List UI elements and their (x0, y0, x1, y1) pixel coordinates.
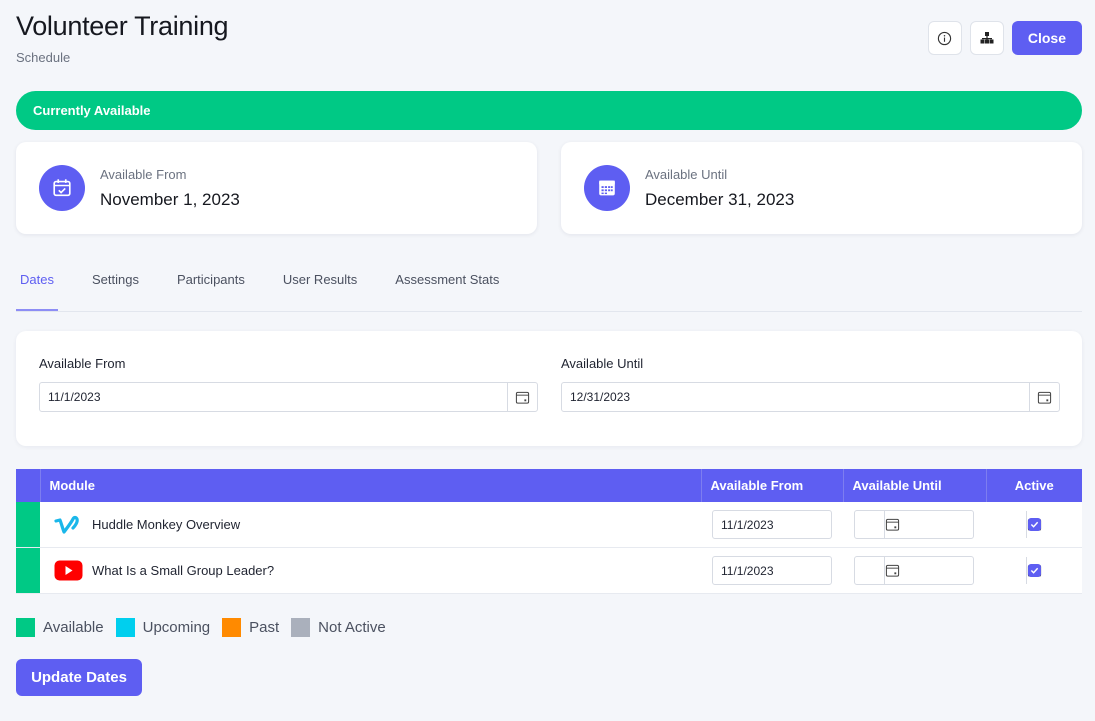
tab-settings[interactable]: Settings (88, 262, 143, 311)
status-column-header (16, 469, 41, 502)
available-until-card-label: Available Until (645, 166, 728, 182)
table-row: Huddle Monkey Overview (16, 502, 1082, 548)
youtube-icon (54, 560, 84, 581)
header-actions: Close (927, 21, 1082, 55)
module-from-cell (701, 502, 900, 548)
module-active-checkbox[interactable] (1027, 564, 1041, 577)
available-from-card-label: Available From (100, 166, 187, 182)
dates-panel: Available From Available Until (16, 331, 1082, 446)
status-banner-text: Currently Available (33, 103, 151, 118)
available-until-input[interactable] (562, 383, 1029, 411)
calendar-icon (1037, 391, 1052, 404)
tab-dates[interactable]: Dates (16, 262, 58, 311)
legend-swatch (115, 618, 135, 637)
module-column-header: Module (40, 469, 702, 502)
available-from-label: Available From (39, 356, 126, 371)
module-active-checkbox[interactable] (1027, 518, 1041, 531)
info-circle-icon (938, 31, 952, 45)
available-until-field-group: Available Until (561, 356, 1060, 412)
module-until-cell (843, 547, 1042, 594)
available-from-card-value: November 1, 2023 (100, 189, 240, 209)
module-table: Module Available From Available Until Ac… (16, 469, 1082, 594)
available-until-label: Available Until (561, 356, 644, 371)
update-dates-button[interactable]: Update Dates (16, 659, 142, 696)
calendar-check-icon (39, 165, 85, 211)
hierarchy-icon (980, 32, 994, 44)
legend-swatch (222, 618, 242, 637)
available-until-calendar-button[interactable] (1029, 383, 1059, 411)
active-column-header: Active (986, 469, 1082, 502)
module-from-cell (701, 547, 900, 594)
module-from-picker (712, 556, 900, 585)
table-row: What Is a Small Group Leader? (16, 547, 1082, 594)
check-icon (1030, 521, 1038, 528)
legend-item-past: Past (222, 618, 279, 637)
close-button[interactable]: Close (1011, 21, 1082, 55)
legend-swatch (291, 618, 311, 637)
module-until-picker (854, 510, 1042, 539)
tab-bar: Dates Settings Participants User Results… (16, 262, 1082, 312)
available-from-calendar-button[interactable] (507, 383, 537, 411)
module-name: Huddle Monkey Overview (92, 517, 241, 532)
module-until-input[interactable] (855, 557, 1026, 584)
available-from-picker (39, 382, 538, 412)
legend-item-upcoming: Upcoming (115, 618, 211, 637)
available-until-card-value: December 31, 2023 (645, 189, 795, 209)
available-until-card: Available Until December 31, 2023 (561, 142, 1082, 234)
legend-item-available: Available (16, 618, 104, 637)
available-from-card: Available From November 1, 2023 (16, 142, 537, 234)
module-name: What Is a Small Group Leader? (92, 563, 275, 578)
status-indicator-available (16, 547, 40, 594)
module-cell: Huddle Monkey Overview (40, 502, 701, 548)
available-until-column-header: Available Until (843, 469, 987, 502)
calendar-icon (515, 391, 530, 404)
legend-item-not-active: Not Active (291, 618, 386, 637)
legend-label: Not Active (318, 619, 386, 636)
check-icon (1030, 567, 1038, 574)
legend-label: Past (249, 619, 280, 636)
legend-label: Available (43, 619, 104, 636)
status-legend: Available Upcoming Past Not Active (16, 618, 398, 637)
module-until-input[interactable] (855, 511, 1026, 538)
tab-user-results[interactable]: User Results (279, 262, 361, 311)
page-subtitle: Schedule (16, 50, 71, 65)
available-from-input[interactable] (40, 383, 507, 411)
tab-assessment-stats[interactable]: Assessment Stats (391, 262, 503, 311)
available-from-field-group: Available From (39, 356, 538, 412)
module-until-cell (843, 502, 1042, 548)
structure-button[interactable] (969, 21, 1004, 55)
available-from-column-header: Available From (701, 469, 844, 502)
status-indicator-available (16, 502, 40, 548)
module-cell: What Is a Small Group Leader? (40, 547, 701, 594)
available-until-picker (561, 382, 1060, 412)
legend-swatch (16, 618, 35, 637)
vimeo-icon (54, 514, 84, 536)
page-title: Volunteer Training (16, 11, 229, 41)
status-banner: Currently Available (16, 91, 1082, 130)
calendar-grid-icon (584, 165, 630, 211)
module-until-picker (854, 556, 1042, 585)
info-button[interactable] (927, 21, 962, 55)
module-from-picker (712, 510, 900, 539)
table-header-row: Module Available From Available Until Ac… (16, 469, 1082, 502)
legend-label: Upcoming (142, 619, 211, 636)
tab-participants[interactable]: Participants (173, 262, 249, 311)
